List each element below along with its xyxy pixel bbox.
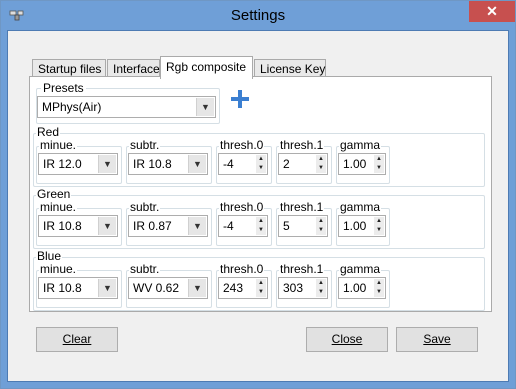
window-title: Settings <box>230 7 286 24</box>
red-subtr-dropdown[interactable]: IR 10.8 ▼ <box>128 153 208 175</box>
thresh0-label: thresh.0 <box>219 138 265 152</box>
spin-arrows-icon[interactable]: ▲ ▼ <box>316 155 326 173</box>
green-thresh1-spinner[interactable]: 5 ▲ ▼ <box>278 215 328 237</box>
presets-dropdown[interactable]: MPhys(Air) ▼ <box>37 96 216 118</box>
chevron-down-icon: ▼ <box>188 279 206 297</box>
field-value: 1.00 <box>343 157 367 171</box>
chevron-down-icon: ▼ <box>98 155 116 173</box>
green-gamma-spinner[interactable]: 1.00 ▲ ▼ <box>338 215 386 237</box>
field-value: -4 <box>223 219 234 233</box>
field-value: IR 10.8 <box>43 281 82 295</box>
clear-label: Clear <box>62 332 92 346</box>
blue-thresh1-spinner[interactable]: 303 ▲ ▼ <box>278 277 328 299</box>
subtr-label: subtr. <box>129 262 161 276</box>
gamma-label: gamma <box>339 262 382 276</box>
minue-label: minue. <box>39 262 78 276</box>
blue-gamma-spinner[interactable]: 1.00 ▲ ▼ <box>338 277 386 299</box>
red-thresh1-spinner[interactable]: 2 ▲ ▼ <box>278 153 328 175</box>
minue-label: minue. <box>39 138 78 152</box>
presets-value: MPhys(Air) <box>42 100 102 114</box>
close-label: Close <box>331 332 363 346</box>
clear-button[interactable]: Clear <box>36 327 118 352</box>
field-value: 303 <box>283 281 304 295</box>
blue-minue-dropdown[interactable]: IR 10.8 ▼ <box>38 277 118 299</box>
spin-arrows-icon[interactable]: ▲ ▼ <box>316 217 326 235</box>
spin-arrows-icon[interactable]: ▲ ▼ <box>374 279 384 297</box>
field-value: IR 10.8 <box>43 219 82 233</box>
thresh1-label: thresh.1 <box>279 200 325 214</box>
green-subtr-dropdown[interactable]: IR 0.87 ▼ <box>128 215 208 237</box>
subtr-label: subtr. <box>129 200 161 214</box>
presets-label: Presets <box>41 81 86 95</box>
thresh0-label: thresh.0 <box>219 262 265 276</box>
channel-label: Red <box>36 125 61 139</box>
chevron-down-icon: ▼ <box>98 217 116 235</box>
spin-arrows-icon[interactable]: ▲ ▼ <box>316 279 326 297</box>
green-minue-dropdown[interactable]: IR 10.8 ▼ <box>38 215 118 237</box>
field-value: -4 <box>223 157 234 171</box>
close-button[interactable]: Close <box>306 327 388 352</box>
thresh1-label: thresh.1 <box>279 262 325 276</box>
red-minue-dropdown[interactable]: IR 12.0 ▼ <box>38 153 118 175</box>
field-value: 243 <box>223 281 244 295</box>
field-value: 1.00 <box>343 219 367 233</box>
save-label: Save <box>423 332 451 346</box>
title-bar[interactable]: Settings ✕ <box>1 1 515 31</box>
blue-subtr-dropdown[interactable]: WV 0.62 ▼ <box>128 277 208 299</box>
blue-thresh0-spinner[interactable]: 243 ▲ ▼ <box>218 277 268 299</box>
spin-arrows-icon[interactable]: ▲ ▼ <box>256 217 266 235</box>
thresh0-label: thresh.0 <box>219 200 265 214</box>
gamma-label: gamma <box>339 138 382 152</box>
red-gamma-spinner[interactable]: 1.00 ▲ ▼ <box>338 153 386 175</box>
spin-arrows-icon[interactable]: ▲ ▼ <box>256 279 266 297</box>
chevron-down-icon: ▼ <box>196 98 214 116</box>
tab-rgb-composite[interactable]: Rgb composite <box>160 56 253 79</box>
field-value: IR 10.8 <box>133 157 172 171</box>
red-thresh0-spinner[interactable]: -4 ▲ ▼ <box>218 153 268 175</box>
chevron-down-icon: ▼ <box>98 279 116 297</box>
thresh1-label: thresh.1 <box>279 138 325 152</box>
field-value: 2 <box>283 157 290 171</box>
chevron-down-icon: ▼ <box>188 217 206 235</box>
gamma-label: gamma <box>339 200 382 214</box>
field-value: WV 0.62 <box>133 281 180 295</box>
field-value: 1.00 <box>343 281 367 295</box>
window-close-button[interactable]: ✕ <box>469 1 515 22</box>
green-thresh0-spinner[interactable]: -4 ▲ ▼ <box>218 215 268 237</box>
plus-icon[interactable] <box>230 89 250 109</box>
field-value: IR 0.87 <box>133 219 172 233</box>
minue-label: minue. <box>39 200 78 214</box>
field-value: 5 <box>283 219 290 233</box>
subtr-label: subtr. <box>129 138 161 152</box>
spin-arrows-icon[interactable]: ▲ ▼ <box>374 155 384 173</box>
spin-arrows-icon[interactable]: ▲ ▼ <box>256 155 266 173</box>
save-button[interactable]: Save <box>396 327 478 352</box>
spin-arrows-icon[interactable]: ▲ ▼ <box>374 217 384 235</box>
channel-label: Blue <box>36 249 63 263</box>
field-value: IR 12.0 <box>43 157 82 171</box>
channel-label: Green <box>36 187 72 201</box>
chevron-down-icon: ▼ <box>188 155 206 173</box>
